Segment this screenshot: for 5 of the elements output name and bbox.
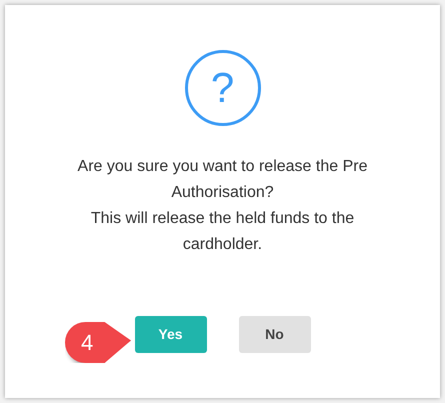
confirmation-text: This will release the held funds to the cardholder.	[90, 209, 356, 255]
no-button[interactable]: No	[238, 316, 310, 353]
step-badge: 4	[65, 322, 131, 363]
confirmation-text: Are you sure you want to release the Pre Authorisation?	[76, 157, 368, 203]
question-icon: ?	[184, 50, 260, 126]
